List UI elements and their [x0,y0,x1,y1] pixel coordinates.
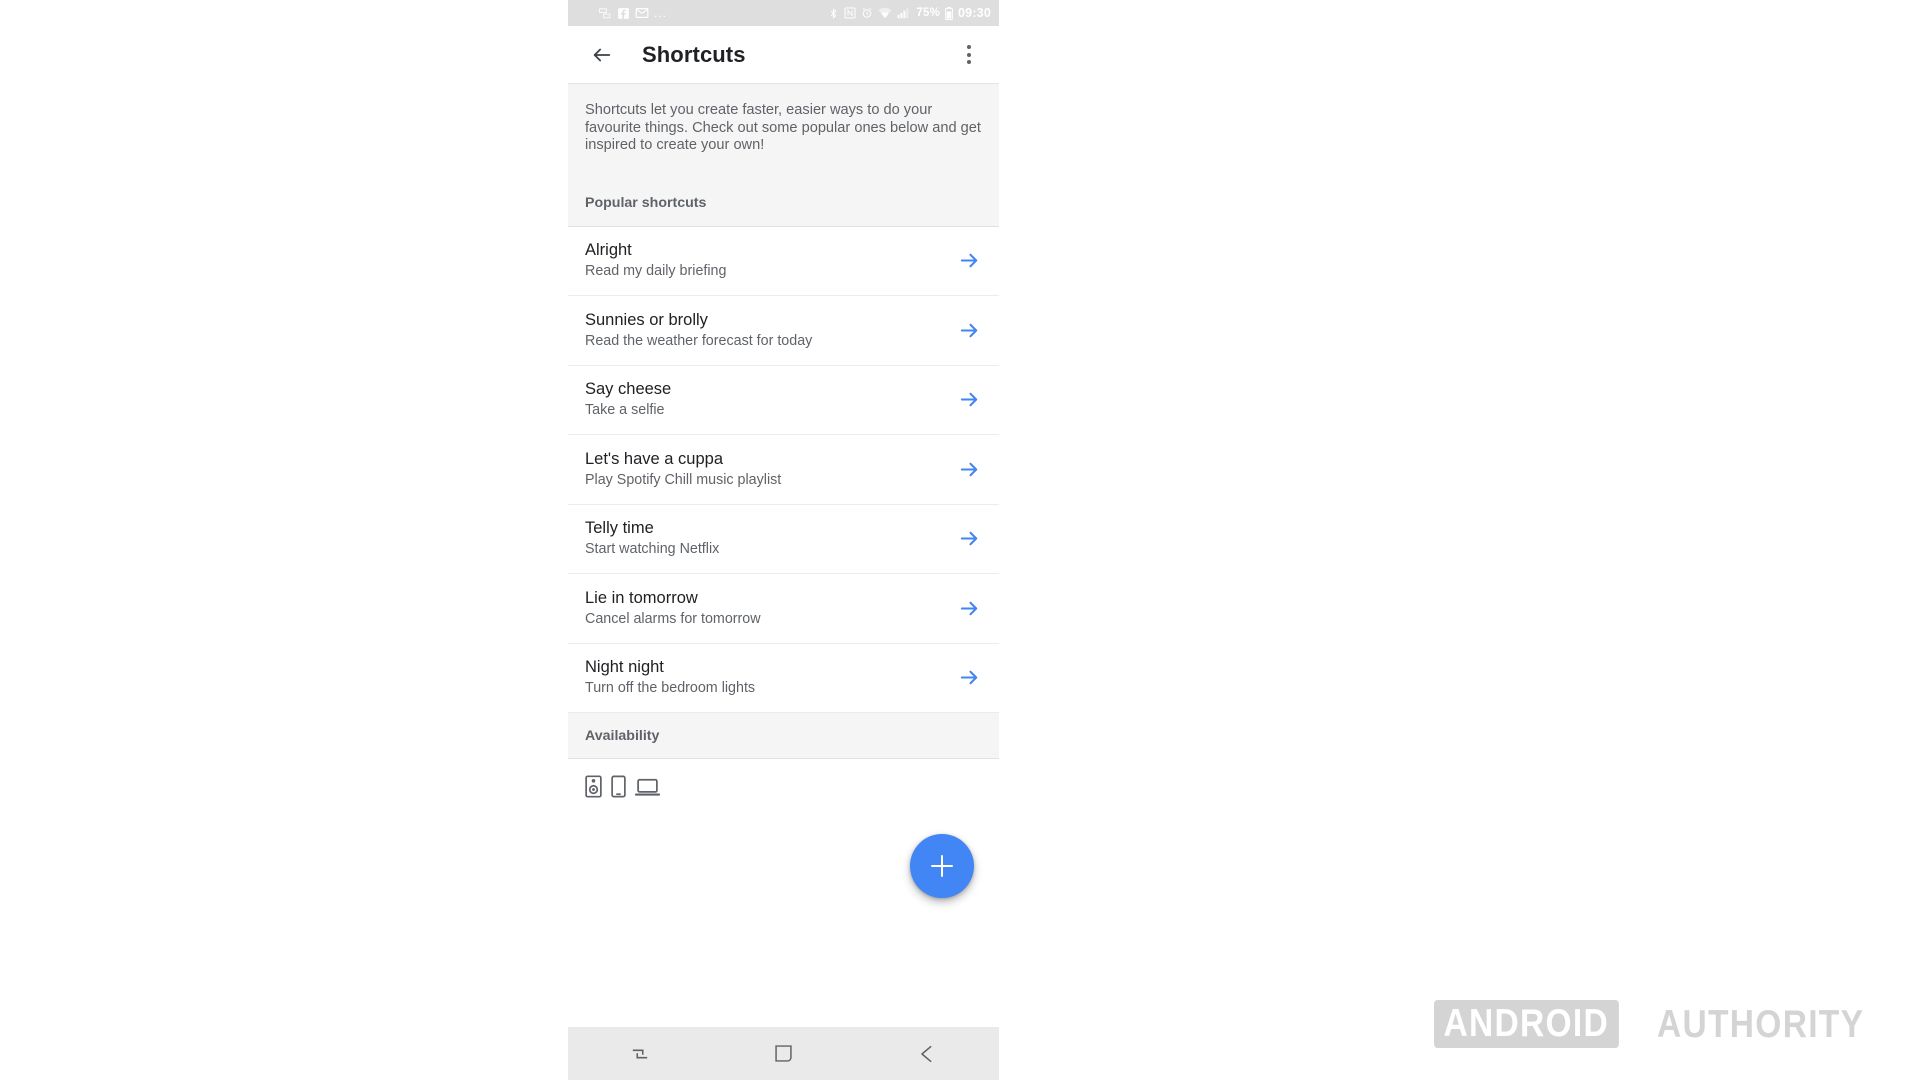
shortcut-title: Say cheese [585,380,672,399]
app-bar: Shortcuts [568,26,999,83]
shortcut-title: Telly time [585,519,654,538]
status-bar-clock: 09:30 [958,6,991,20]
shortcut-row-texts: Telly time Start watching Netflix [585,519,719,558]
gmail-icon [635,6,649,20]
notification-overflow-icon: ... [654,6,668,20]
page-title: Shortcuts [642,41,746,67]
phone-icon [611,775,626,803]
system-navigation-bar [568,1027,999,1080]
shortcut-arrow-button[interactable] [956,387,982,413]
shortcut-row-texts: Lie in tomorrow Cancel alarms for tomorro… [585,589,761,628]
arrow-right-icon [960,670,977,685]
battery-percent-label: 75% [916,7,941,19]
intro-description: Shortcuts let you create faster, easier … [585,102,981,153]
shortcut-subtitle: Read my daily briefing [585,263,727,280]
shortcut-row[interactable]: Lie in tomorrow Cancel alarms for tomorro… [568,574,999,644]
section-header-popular: Popular shortcuts [568,180,999,227]
shortcut-row-texts: Alright Read my daily briefing [585,241,726,280]
shortcut-title: Let's have a cuppa [585,449,724,468]
nav-back-button[interactable] [892,1027,962,1080]
shortcut-title: Sunnies or brolly [585,310,708,329]
status-bar-notifications: ... [598,6,667,20]
signal-icon [897,7,911,19]
shortcut-row-texts: Night night Turn off the bedroom lights [585,658,755,697]
screenshot-root: ... 75% 09:30 Shortcuts Shortcuts let yo… [0,0,1920,1080]
arrow-right-icon [960,253,977,268]
shortcut-list: Alright Read my daily briefing Sunnies or … [568,226,999,713]
section-header-popular-label: Popular shortcuts [585,195,707,211]
availability-block [568,759,999,803]
kebab-dot-icon [967,52,971,57]
shortcut-row[interactable]: Sunnies or brolly Read the weather foreca… [568,296,999,366]
recents-button[interactable] [605,1027,675,1080]
home-icon [775,1045,792,1062]
battery-icon [945,6,953,20]
section-header-availability: Availability [568,713,999,759]
shortcut-title: Alright [585,241,632,260]
watermark-android: ANDROID [1433,1000,1618,1048]
facebook-icon [617,7,630,20]
kebab-dot-icon [967,45,971,49]
shortcut-subtitle: Cancel alarms for tomorrow [585,610,761,627]
shortcut-arrow-button[interactable] [956,248,982,274]
shortcut-row[interactable]: Let's have a cuppa Play Spotify Chill mus… [568,435,999,505]
status-bar-system: 75% 09:30 [828,0,991,26]
arrow-right-icon [960,392,977,407]
screen-share-icon [598,6,612,20]
nav-back-icon [921,1045,932,1062]
alarm-icon [861,7,873,19]
shortcut-row[interactable]: Alright Read my daily briefing [568,226,999,296]
watermark-authority: AUTHORITY [1657,1002,1865,1046]
more-options-button[interactable] [951,37,987,73]
shortcut-arrow-button[interactable] [956,665,982,691]
watermark: ANDROID AUTHORITY [1433,1000,1899,1048]
shortcut-subtitle: Read the weather forecast for today [585,332,813,349]
intro-card: Shortcuts let you create faster, easier … [568,83,999,181]
home-button[interactable] [748,1027,818,1080]
scroll-content[interactable]: Shortcuts let you create faster, easier … [568,83,999,803]
shortcut-arrow-button[interactable] [956,595,982,621]
shortcut-arrow-button[interactable] [956,526,982,552]
kebab-dot-icon [967,60,971,64]
recents-icon [632,1049,648,1058]
shortcut-title: Night night [585,658,664,677]
speaker-icon [585,775,602,803]
shortcut-row-texts: Let's have a cuppa Play Spotify Chill mus… [585,450,781,489]
shortcut-row[interactable]: Night night Turn off the bedroom lights [568,643,999,713]
shortcut-subtitle: Turn off the bedroom lights [585,680,756,697]
arrow-right-icon [960,601,977,616]
intro-spacer [585,154,982,181]
nfc-icon [844,7,856,19]
phone-viewport: ... 75% 09:30 Shortcuts Shortcuts let yo… [568,0,999,1080]
arrow-right-icon [960,531,977,546]
shortcut-row[interactable]: Telly time Start watching Netflix [568,504,999,574]
shortcut-title: Lie in tomorrow [585,588,698,607]
shortcut-row[interactable]: Say cheese Take a selfie [568,365,999,435]
section-header-availability-label: Availability [585,727,660,744]
add-shortcut-fab[interactable] [910,834,974,898]
shortcut-subtitle: Take a selfie [585,402,665,419]
laptop-icon [634,775,661,803]
bluetooth-icon [828,7,839,20]
arrow-right-icon [960,323,977,338]
status-bar: ... 75% 09:30 [568,0,999,26]
back-button[interactable] [582,35,622,75]
shortcut-subtitle: Start watching Netflix [585,541,720,558]
back-arrow-icon [593,48,611,61]
availability-device-icons [585,775,982,803]
shortcut-row-texts: Say cheese Take a selfie [585,380,671,419]
shortcut-subtitle: Play Spotify Chill music playlist [585,471,782,488]
shortcut-arrow-button[interactable] [956,456,982,482]
shortcut-arrow-button[interactable] [956,317,982,343]
wifi-icon [878,7,892,19]
arrow-right-icon [960,462,977,477]
shortcut-row-texts: Sunnies or brolly Read the weather foreca… [585,311,812,350]
